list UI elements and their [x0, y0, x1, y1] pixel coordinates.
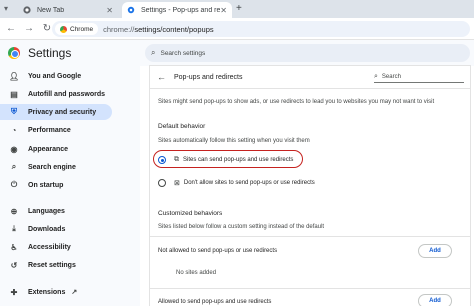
add-allowed-button[interactable]: Add	[418, 294, 452, 306]
divider	[150, 236, 470, 237]
url-path: settings/content/popups	[134, 24, 214, 34]
sidebar-item-label: Accessibility	[28, 243, 71, 251]
sidebar-item-label: Appearance	[28, 145, 69, 153]
search-icon: ⌕	[11, 162, 17, 171]
chrome-logo-icon	[60, 25, 67, 33]
sidebar-item-privacy[interactable]: ⛨ Privacy and security	[0, 104, 112, 120]
back-arrow-icon[interactable]: ←	[157, 72, 166, 82]
subpage-search-input[interactable]: ⌕ Search	[374, 71, 464, 83]
option-allow-popups[interactable]: ⧉ Sites can send pop-ups and use redirec…	[158, 154, 293, 166]
chrome-logo-icon	[8, 47, 20, 59]
sidebar-item-label: Search engine	[28, 163, 76, 171]
new-tab-icon[interactable]: +	[236, 3, 242, 14]
url-scheme: chrome://	[103, 24, 135, 34]
default-behavior-heading: Default behavior	[158, 123, 206, 130]
chrome-favicon-icon	[23, 6, 31, 14]
sidebar-item-label: Languages	[28, 207, 65, 215]
divider	[150, 88, 470, 89]
divider	[150, 288, 470, 289]
tab-new-tab[interactable]: New Tab ✕	[18, 2, 118, 18]
sidebar-item-label: Downloads	[28, 225, 66, 233]
address-bar[interactable]: Chrome chrome:// settings/content/popups	[52, 21, 470, 37]
tab-settings[interactable]: Settings - Pop-ups and redirect ✕	[122, 2, 232, 18]
search-icon: ⌕	[374, 72, 378, 80]
sidebar-item-you-and-google[interactable]: 👤︎ You and Google	[0, 68, 112, 84]
sidebar-item-appearance[interactable]: ◉ Appearance	[0, 141, 112, 157]
radio-unselected[interactable]	[158, 179, 166, 187]
search-icon: ⌕	[151, 48, 156, 57]
accessibility-icon: ♿︎	[10, 242, 18, 252]
customized-subtext: Sites listed below follow a custom setti…	[158, 224, 325, 230]
subpage-header: ← Pop-ups and redirects ⌕ Search	[150, 66, 470, 88]
forward-arrow-icon[interactable]: →	[22, 22, 36, 36]
shield-icon: ⛨	[11, 107, 17, 116]
tab-strip: ▾ New Tab ✕ Settings - Pop-ups and redir…	[0, 0, 474, 18]
sidebar-item-languages[interactable]: ⊕ Languages	[0, 203, 112, 219]
puzzle-icon: ✚	[10, 287, 18, 297]
allowed-label: Allowed to send pop-ups and use redirect…	[158, 299, 272, 305]
popups-settings-card: ← Pop-ups and redirects ⌕ Search Sites m…	[150, 66, 470, 306]
tab-title: Settings - Pop-ups and redirect	[141, 6, 221, 14]
radio-selected[interactable]	[158, 156, 166, 164]
add-not-allowed-button[interactable]: Add	[418, 244, 452, 258]
sidebar: 👤︎ You and Google ▤ Autofill and passwords…	[0, 66, 140, 306]
search-placeholder: Search	[381, 73, 401, 80]
close-tab-icon[interactable]: ✕	[106, 6, 113, 15]
settings-header: Settings ⌕ Search settings	[0, 40, 474, 66]
site-info-chip[interactable]: Chrome	[55, 23, 99, 35]
clipboard-icon: ▤	[10, 89, 18, 99]
sidebar-item-label: You and Google	[28, 72, 82, 80]
toolbar: ← → ↻ Chrome chrome:// settings/content/…	[0, 18, 474, 40]
sidebar-item-downloads[interactable]: ⤓ Downloads	[0, 221, 112, 237]
reset-icon: ↺	[10, 260, 18, 270]
tab-search-icon[interactable]: ▾	[4, 4, 14, 14]
search-settings-input[interactable]: ⌕ Search settings	[145, 44, 470, 62]
subpage-title: Pop-ups and redirects	[174, 73, 243, 81]
not-allowed-label: Not allowed to send pop-ups or use redir…	[158, 248, 278, 254]
option-label: Don't allow sites to send pop-ups or use…	[183, 180, 315, 186]
sidebar-item-label: Autofill and passwords	[28, 90, 106, 98]
sidebar-item-accessibility[interactable]: ♿︎ Accessibility	[0, 239, 112, 255]
tab-title: New Tab	[37, 6, 65, 14]
sidebar-item-label: Performance	[28, 126, 71, 134]
sidebar-item-performance[interactable]: ◔ Performance	[0, 122, 112, 138]
sidebar-item-label: Privacy and security	[28, 108, 97, 116]
external-link-icon: ↗	[71, 289, 78, 296]
palette-icon: ◉	[10, 144, 18, 154]
download-icon: ⤓	[12, 224, 16, 233]
customized-heading: Customized behaviors	[158, 210, 223, 217]
power-icon: ⏻	[10, 180, 18, 189]
sidebar-item-search-engine[interactable]: ⌕ Search engine	[0, 159, 112, 175]
sidebar-item-autofill[interactable]: ▤ Autofill and passwords	[0, 86, 112, 102]
sidebar-item-label: Reset settings	[28, 261, 76, 269]
close-tab-icon[interactable]: ✕	[220, 6, 227, 15]
speedometer-icon: ◔	[11, 125, 17, 135]
description-text: Sites might send pop-ups to show ads, or…	[158, 99, 435, 105]
default-behavior-subtext: Sites automatically follow this setting …	[158, 138, 310, 144]
option-label: Sites can send pop-ups and use redirects	[183, 157, 294, 163]
page-title: Settings	[28, 46, 72, 60]
no-sites-text: No sites added	[176, 270, 217, 276]
sidebar-item-label: Extensions	[28, 288, 66, 296]
sidebar-item-extensions[interactable]: ✚ Extensions ↗	[0, 284, 112, 300]
chip-label: Chrome	[70, 25, 94, 33]
sidebar-item-label: On startup	[28, 181, 64, 189]
back-arrow-icon[interactable]: ←	[4, 22, 18, 36]
globe-icon: ⊕	[10, 206, 18, 216]
option-block-popups[interactable]: ⊠ Don't allow sites to send pop-ups or u…	[158, 177, 315, 189]
gear-icon	[127, 6, 135, 14]
blocked-popup-icon: ⊠	[174, 180, 180, 187]
sidebar-item-on-startup[interactable]: ⏻ On startup	[0, 177, 112, 193]
open-in-new-icon: ⧉	[174, 156, 179, 163]
sidebar-item-reset-settings[interactable]: ↺ Reset settings	[0, 257, 112, 273]
search-placeholder: Search settings	[160, 49, 206, 57]
person-icon: 👤︎	[9, 71, 20, 81]
